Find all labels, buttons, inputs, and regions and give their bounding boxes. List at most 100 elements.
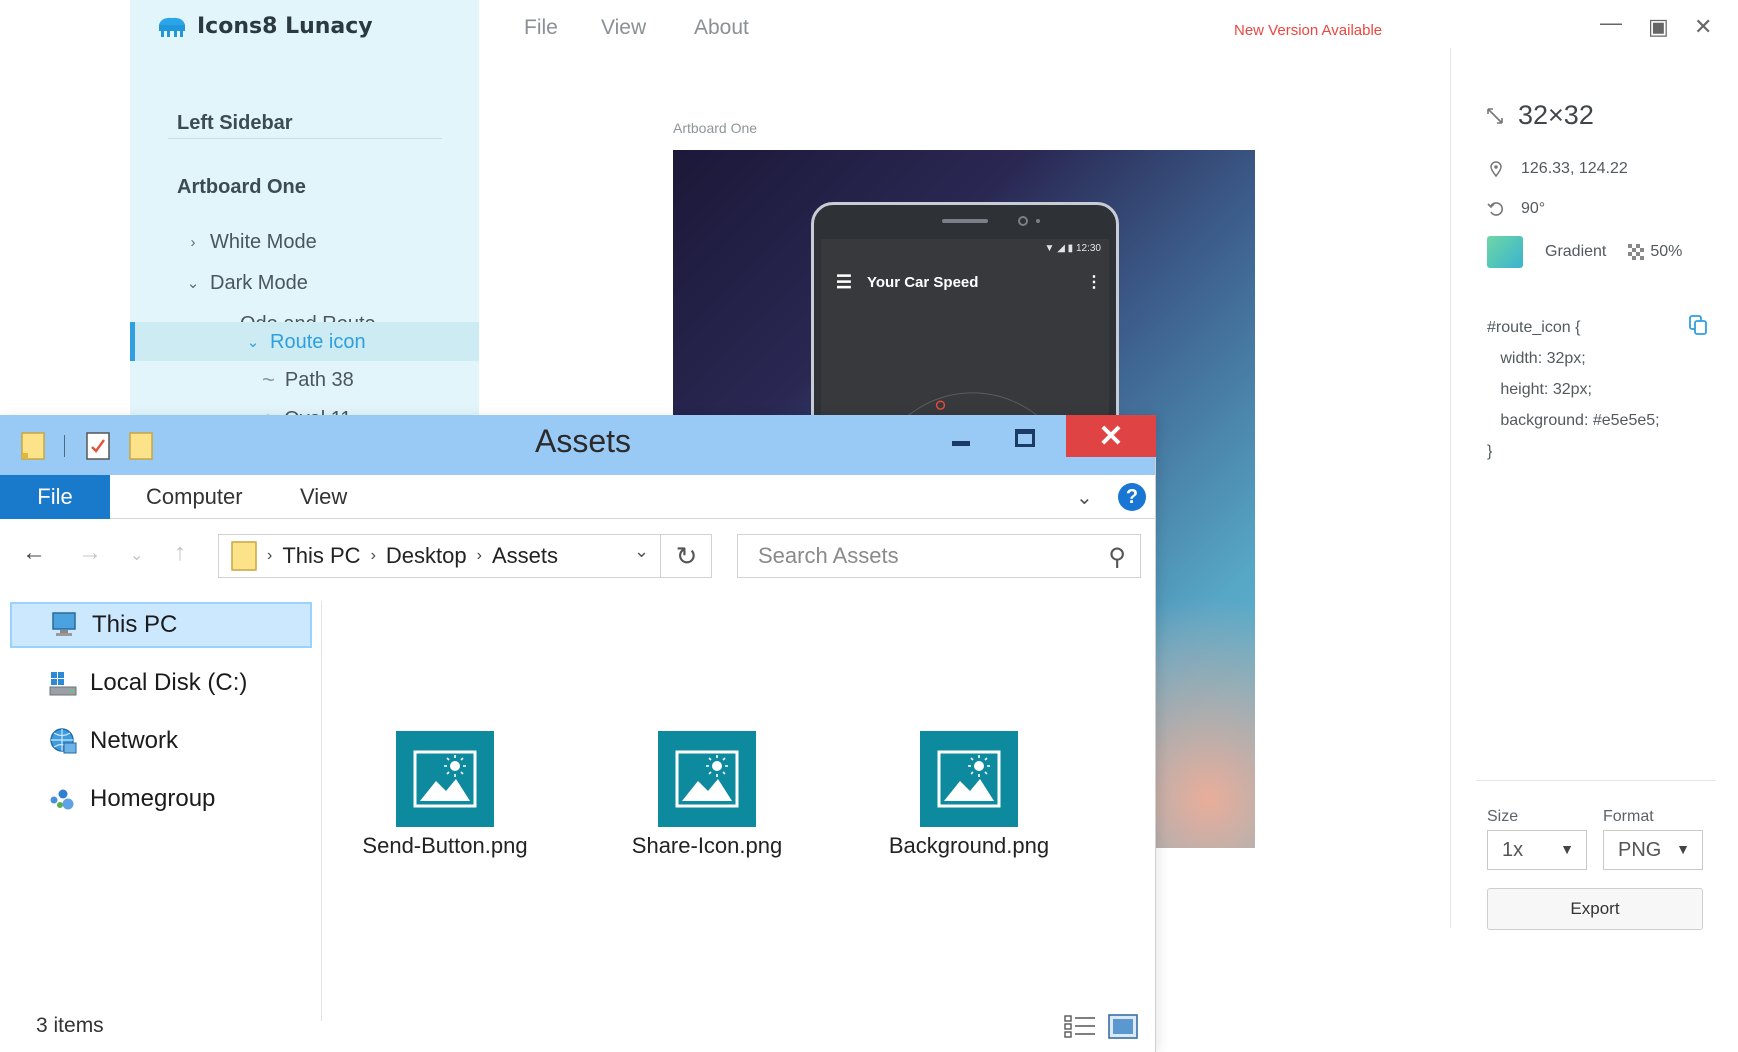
path-icon: ~: [262, 367, 275, 392]
wifi-icon: ▼: [1044, 243, 1055, 254]
artboard-label[interactable]: Artboard One: [673, 120, 757, 136]
explorer-titlebar[interactable]: Assets ✕: [0, 415, 1156, 475]
opacity-control[interactable]: 50%: [1628, 243, 1682, 261]
battery-icon: ▮: [1067, 243, 1074, 254]
search-input[interactable]: [756, 542, 1076, 570]
minimize-button[interactable]: —: [1600, 10, 1622, 36]
layer-label: Path 38: [284, 368, 354, 391]
status-bar: ▼ ◢ ▮ 12:30: [1045, 243, 1102, 254]
maximize-button[interactable]: ▣: [1648, 14, 1669, 40]
nav-item-local-disk[interactable]: Local Disk (C:): [10, 660, 312, 706]
file-item[interactable]: Send-Button.png: [350, 731, 540, 859]
tab-file[interactable]: File: [0, 475, 110, 519]
tab-view[interactable]: View: [300, 484, 347, 510]
menu-about[interactable]: About: [694, 16, 749, 40]
css-code-block: #route_icon { width: 32px; height: 32px;…: [1487, 312, 1660, 467]
navigation-bar: ← → ⌄ ↑ › This PC › Desktop › Assets ⌄ ↻…: [0, 519, 1155, 589]
layer-label: Route icon: [270, 330, 366, 353]
signal-icon: ◢: [1057, 243, 1065, 254]
phone-app-bar: ☰ Your Car Speed ⋮: [821, 255, 1109, 309]
help-icon[interactable]: ?: [1118, 483, 1146, 511]
file-name: Background.png: [888, 833, 1050, 858]
artboard-heading[interactable]: Artboard One: [177, 176, 306, 199]
image-file-icon: [396, 731, 494, 827]
export-size-value: 1x: [1502, 838, 1524, 861]
file-item[interactable]: Share-Icon.png: [612, 731, 802, 859]
nav-item-label: Homegroup: [90, 785, 216, 812]
phone-bezel: [814, 205, 1116, 239]
file-item[interactable]: Background.png: [874, 731, 1064, 859]
layer-path-38[interactable]: ~ Path 38: [262, 361, 354, 399]
app-title: Icons8 Lunacy: [157, 14, 373, 39]
menu-file[interactable]: File: [524, 16, 558, 40]
position-value[interactable]: 126.33, 124.22: [1521, 160, 1628, 178]
layer-route-icon[interactable]: ⌄ Route icon: [246, 323, 366, 361]
lunacy-logo-icon: [159, 17, 185, 37]
computer-icon: [52, 612, 76, 636]
details-view-icon[interactable]: [1063, 1012, 1097, 1042]
minimize-button[interactable]: [952, 441, 970, 446]
recent-locations-chevron-icon[interactable]: ⌄: [130, 545, 143, 565]
nav-item-network[interactable]: Network: [10, 718, 312, 764]
export-button[interactable]: Export: [1487, 888, 1703, 930]
resize-icon: [1487, 107, 1503, 124]
back-arrow-icon[interactable]: ←: [22, 539, 46, 567]
rotation-value[interactable]: 90°: [1521, 200, 1545, 218]
search-icon[interactable]: ⚲: [1108, 543, 1126, 572]
status-time: 12:30: [1075, 243, 1101, 254]
sensor-icon: [1036, 219, 1040, 223]
more-vert-icon: ⋮: [1086, 274, 1102, 291]
navigation-pane: This PC Local Disk (C:) Network Homegrou…: [0, 601, 322, 1021]
search-box[interactable]: ⚲: [737, 534, 1141, 578]
dropdown-caret-icon: ▼: [1560, 841, 1574, 857]
export-size-select[interactable]: 1x ▼: [1487, 830, 1587, 870]
fill-row: Gradient 50%: [1487, 236, 1682, 268]
maximize-button[interactable]: [1015, 429, 1035, 447]
close-icon: ✕: [1098, 419, 1124, 453]
size-label: Size: [1487, 808, 1519, 825]
size-readout: 32×32: [1486, 100, 1594, 131]
chevron-right-icon[interactable]: ›: [186, 234, 200, 251]
window-title: Assets: [534, 423, 632, 459]
address-dropdown-chevron-icon[interactable]: ⌄: [634, 541, 649, 562]
layer-dark-mode[interactable]: ⌄ Dark Mode: [186, 264, 308, 302]
chevron-down-icon[interactable]: ⌄: [246, 333, 260, 351]
breadcrumb-desktop[interactable]: Desktop: [386, 543, 467, 569]
layer-label: Dark Mode: [210, 271, 308, 294]
file-name: Share-Icon.png: [631, 833, 783, 858]
menu-view[interactable]: View: [601, 16, 646, 40]
tab-computer[interactable]: Computer: [146, 484, 243, 510]
breadcrumb-separator-icon[interactable]: ›: [371, 547, 376, 565]
css-line: background: #e5e5e5;: [1487, 412, 1660, 429]
nav-item-this-pc[interactable]: This PC: [10, 602, 312, 648]
breadcrumb-assets[interactable]: Assets: [492, 543, 558, 569]
sidebar-divider: [168, 138, 442, 139]
up-arrow-icon[interactable]: ↑: [174, 539, 186, 567]
nav-item-homegroup[interactable]: Homegroup: [10, 776, 312, 822]
opacity-value: 50%: [1650, 243, 1683, 260]
breadcrumb-this-pc[interactable]: This PC: [282, 543, 360, 569]
new-version-link[interactable]: New Version Available: [1234, 22, 1382, 39]
expand-ribbon-chevron-icon[interactable]: ⌄: [1076, 485, 1093, 510]
fill-type[interactable]: Gradient: [1545, 243, 1606, 261]
export-format-select[interactable]: PNG ▼: [1603, 830, 1703, 870]
chevron-down-icon[interactable]: ⌄: [186, 274, 200, 292]
close-button[interactable]: ✕: [1066, 415, 1156, 457]
copy-icon[interactable]: [1688, 314, 1708, 336]
breadcrumb-separator-icon[interactable]: ›: [477, 547, 482, 565]
gradient-swatch[interactable]: [1487, 236, 1523, 268]
large-icons-view-icon[interactable]: [1107, 1012, 1141, 1042]
css-line: #route_icon {: [1487, 319, 1581, 336]
speaker-icon: [942, 219, 988, 223]
forward-arrow-icon[interactable]: →: [78, 539, 102, 567]
homegroup-icon: [50, 789, 74, 810]
close-button[interactable]: ✕: [1694, 14, 1712, 40]
breadcrumb-separator-icon[interactable]: ›: [267, 547, 272, 565]
nav-item-label: Network: [90, 727, 179, 754]
inspector-divider-line: [1476, 780, 1716, 781]
refresh-icon[interactable]: ↻: [660, 534, 712, 578]
css-line: height: 32px;: [1487, 381, 1592, 398]
format-label: Format: [1603, 808, 1654, 825]
layer-white-mode[interactable]: › White Mode: [186, 223, 317, 261]
size-value[interactable]: 32×32: [1518, 100, 1594, 131]
